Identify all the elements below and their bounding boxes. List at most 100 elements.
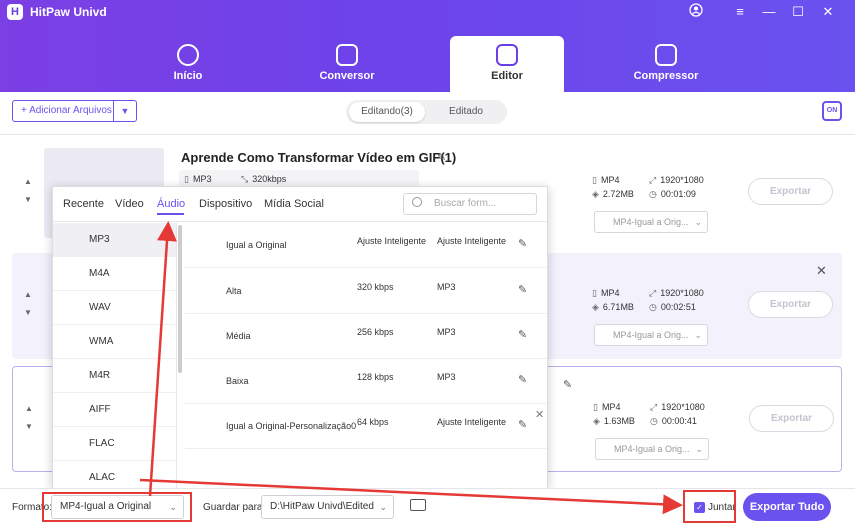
output-size: 1.63MB xyxy=(603,416,635,426)
preset-bitrate: 256 kbps xyxy=(357,327,394,337)
folder-icon[interactable] xyxy=(410,499,426,511)
app-logo: H xyxy=(7,4,23,20)
convert-icon xyxy=(336,44,358,66)
list-item[interactable]: M4R xyxy=(53,359,176,393)
save-path-select[interactable]: D:\HitPaw Univd\Edited ⌄ xyxy=(261,495,394,519)
tab-editing[interactable]: Editando(3) xyxy=(349,102,425,122)
save-to-label: Guardar para: xyxy=(203,502,266,513)
preset-row[interactable]: Média 256 kbps MP3 ✎ xyxy=(185,314,547,359)
chevron-down-icon: ⌄ xyxy=(694,217,702,227)
format-list: MP3 M4A WAV WMA M4R AIFF FLAC ALAC xyxy=(53,223,177,489)
rename-pencil-icon[interactable]: ✎ xyxy=(563,378,572,391)
output-duration: 00:00:41 xyxy=(661,416,697,426)
divider xyxy=(0,134,855,135)
size-icon: ◈ xyxy=(592,302,599,312)
format-panel: Recente Vídeo Áudio Dispositivo Mídia So… xyxy=(52,186,548,489)
remove-file-icon[interactable]: ✕ xyxy=(816,263,827,279)
delete-preset-icon[interactable]: ✕ xyxy=(535,408,544,421)
maximize-icon[interactable]: ☐ xyxy=(789,3,807,21)
export-button[interactable]: Exportar xyxy=(748,178,833,205)
preset-bitrate: 64 kbps xyxy=(357,417,389,427)
move-up-icon[interactable]: ▲ xyxy=(25,404,33,413)
hardware-acceleration-icon[interactable]: ON xyxy=(822,101,842,121)
compress-icon xyxy=(655,44,677,66)
rename-pencil-icon[interactable]: ✎ xyxy=(437,151,446,164)
list-item[interactable]: M4A xyxy=(53,257,176,291)
move-up-icon[interactable]: ▲ xyxy=(24,177,32,186)
home-icon xyxy=(177,44,199,66)
preset-row[interactable]: Baixa 128 kbps MP3 ✎ xyxy=(185,359,547,404)
preset-codec: MP3 xyxy=(437,327,456,337)
menu-icon[interactable]: ≡ xyxy=(731,3,749,21)
output-duration: 00:01:09 xyxy=(660,189,696,199)
tab-midia-social[interactable]: Mídia Social xyxy=(264,198,324,210)
row-format-value: MP4-Igual a Orig... xyxy=(613,330,689,340)
list-item[interactable]: MP3 xyxy=(53,223,176,257)
export-button[interactable]: Exportar xyxy=(748,291,833,318)
input-format: MP3 xyxy=(192,174,212,184)
tab-editor[interactable]: Editor xyxy=(450,36,564,92)
edit-preset-icon[interactable]: ✎ xyxy=(518,283,527,296)
row-format-select[interactable]: MP4-Igual a Orig... ⌄ xyxy=(594,324,708,346)
add-files-button[interactable]: + Adicionar Arquivos xyxy=(12,100,114,122)
size-icon: ◈ xyxy=(593,416,600,426)
move-down-icon[interactable]: ▼ xyxy=(25,422,33,431)
tab-compressor[interactable]: Compressor xyxy=(609,36,723,92)
annotation-box-merge xyxy=(683,490,736,523)
active-tab-underline xyxy=(157,213,184,215)
preset-row[interactable]: Igual a Original Ajuste Inteligente Ajus… xyxy=(185,223,547,268)
chevron-down-icon[interactable]: ▼ xyxy=(113,100,137,122)
search-icon xyxy=(412,197,422,207)
preset-row[interactable]: Alta 320 kbps MP3 ✎ xyxy=(185,269,547,314)
resolution-icon: ⤢ xyxy=(649,288,657,298)
clock-icon: ◷ xyxy=(650,416,658,426)
bitrate-icon: ⤡ xyxy=(241,174,249,184)
output-resolution: 1920*1080 xyxy=(660,288,704,298)
output-size: 2.72MB xyxy=(602,189,634,199)
output-size: 6.71MB xyxy=(602,302,634,312)
preset-codec: MP3 xyxy=(437,282,456,292)
annotation-box-format xyxy=(42,492,192,522)
output-duration: 00:02:51 xyxy=(660,302,696,312)
move-down-icon[interactable]: ▼ xyxy=(24,195,32,204)
edit-preset-icon[interactable]: ✎ xyxy=(518,328,527,341)
edit-preset-icon[interactable]: ✎ xyxy=(518,373,527,386)
list-item[interactable]: FLAC xyxy=(53,427,176,461)
tab-edited[interactable]: Editado xyxy=(428,102,504,122)
output-resolution: 1920*1080 xyxy=(660,175,704,185)
list-item[interactable]: AIFF xyxy=(53,393,176,427)
editor-icon xyxy=(496,44,518,66)
list-item[interactable]: WAV xyxy=(53,291,176,325)
scrollbar[interactable] xyxy=(178,225,182,373)
minimize-icon[interactable]: — xyxy=(760,3,778,21)
preset-row[interactable]: Igual a Original-Personalização0 64 kbps… xyxy=(185,404,547,449)
user-icon[interactable] xyxy=(687,3,705,21)
edit-preset-icon[interactable]: ✎ xyxy=(518,237,527,250)
tab-inicio[interactable]: Início xyxy=(131,36,245,92)
clock-icon: ◷ xyxy=(649,302,657,312)
save-path-value: D:\HitPaw Univd\Edited xyxy=(270,501,374,512)
export-button[interactable]: Exportar xyxy=(749,405,834,432)
tab-conversor[interactable]: Conversor xyxy=(290,36,404,92)
row-format-select[interactable]: MP4-Igual a Orig... ⌄ xyxy=(594,211,708,233)
tab-label: Editor xyxy=(491,70,523,82)
format-search-input[interactable]: Buscar form... xyxy=(403,193,537,215)
tab-video[interactable]: Vídeo xyxy=(115,198,144,210)
export-all-button[interactable]: Exportar Tudo xyxy=(743,493,831,521)
tab-audio[interactable]: Áudio xyxy=(157,198,185,210)
chevron-down-icon: ⌄ xyxy=(379,502,387,512)
tab-dispositivo[interactable]: Dispositivo xyxy=(199,198,252,210)
close-icon[interactable]: ✕ xyxy=(819,3,837,21)
input-bitrate: 320kbps xyxy=(252,174,287,184)
size-icon: ◈ xyxy=(592,189,599,199)
resolution-icon: ⤢ xyxy=(650,402,658,412)
move-down-icon[interactable]: ▼ xyxy=(24,308,32,317)
file-icon: ▯ xyxy=(593,402,598,412)
edit-preset-icon[interactable]: ✎ xyxy=(518,418,527,431)
list-item[interactable]: WMA xyxy=(53,325,176,359)
preset-name: Baixa xyxy=(226,376,249,386)
tab-recente[interactable]: Recente xyxy=(63,198,104,210)
move-up-icon[interactable]: ▲ xyxy=(24,290,32,299)
row-format-select[interactable]: MP4-Igual a Orig... ⌄ xyxy=(595,438,709,460)
list-item[interactable]: ALAC xyxy=(53,461,176,489)
